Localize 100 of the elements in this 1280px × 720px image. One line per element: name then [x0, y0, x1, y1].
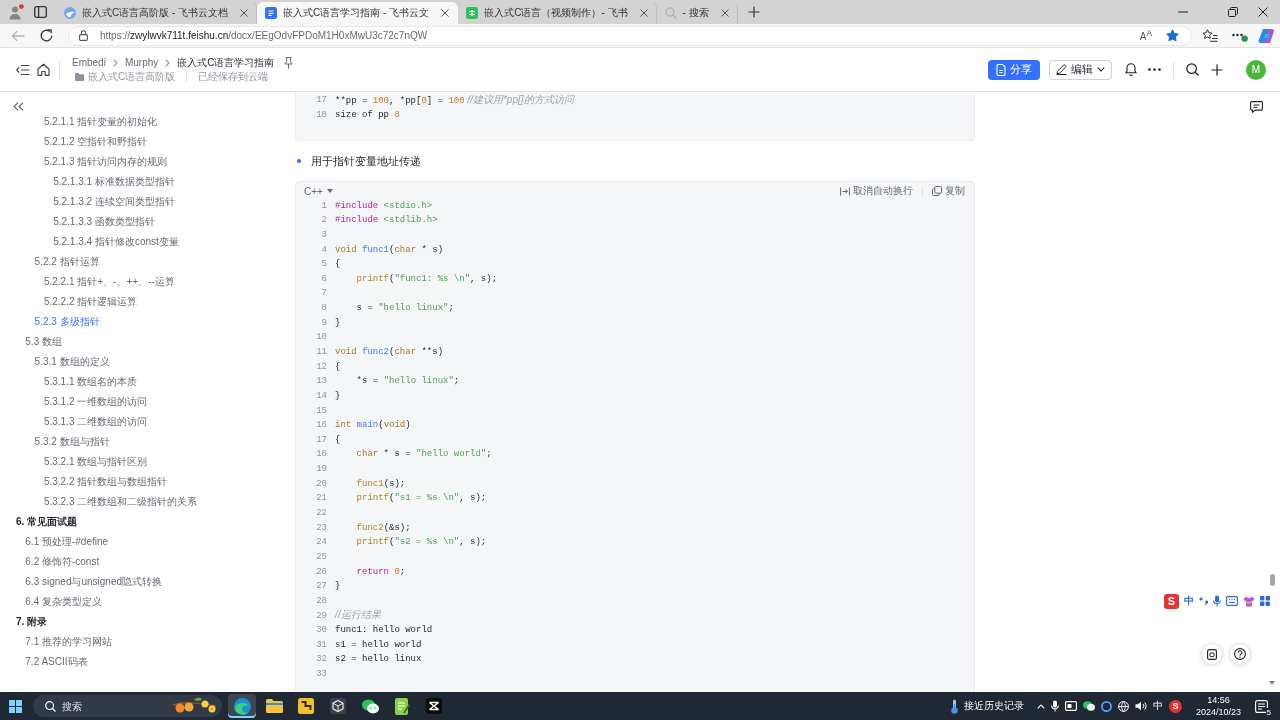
scrollbar-thumb[interactable]: [1270, 574, 1275, 586]
line-number: 29: [315, 610, 327, 621]
search-input[interactable]: 搜索: [62, 699, 166, 713]
copy-button[interactable]: 复制: [932, 184, 965, 199]
wrap-toggle-button[interactable]: 取消自动换行: [840, 184, 913, 199]
ring-icon[interactable]: [1100, 700, 1112, 712]
ime-mode-button[interactable]: 中: [1184, 594, 1194, 608]
punctuation-icon[interactable]: [1199, 596, 1208, 606]
edit-button[interactable]: 编辑: [1049, 59, 1112, 80]
speaker-icon[interactable]: [1134, 701, 1147, 711]
globe-icon[interactable]: [1117, 700, 1129, 712]
browser-tab[interactable]: 嵌入式C语言学习指南 - 飞书云文: [257, 2, 459, 24]
toc-item[interactable]: 5.2.1.3.2 连续空间类型指针: [53, 194, 175, 208]
search-icon[interactable]: [1186, 63, 1199, 76]
breadcrumb-link[interactable]: Murphy: [124, 57, 159, 68]
search-icon: [45, 700, 56, 712]
toc-item[interactable]: 7.1 推荐的学习网站: [25, 634, 112, 648]
clock-time[interactable]: 14:56: [1207, 694, 1230, 706]
toc-item[interactable]: 7. 附录: [16, 614, 48, 628]
bell-icon[interactable]: [1125, 63, 1137, 76]
home-icon[interactable]: [37, 63, 50, 76]
code-line: *s = "hello linux";: [356, 375, 460, 388]
line-number: 4: [320, 244, 327, 255]
url-text: https://zwylwvk711t.feishu.cn/docx/EEgOdvFPDoM1H0xMwU3c72c7nQW: [100, 30, 428, 41]
toc-item[interactable]: 5.3.1.2 一维数组的访问: [43, 394, 148, 408]
toc-item[interactable]: 5.3.1.1 数组名的本质: [43, 374, 138, 388]
star-icon[interactable]: [1166, 29, 1179, 42]
toc-item[interactable]: 5.3.2 数组与指针: [34, 434, 110, 448]
shirt-icon[interactable]: [1243, 595, 1255, 607]
more-icon[interactable]: [1148, 68, 1161, 71]
toc-item[interactable]: 6.1 预处理-#define: [25, 534, 109, 548]
toc-item[interactable]: 5.2.3 多级指针: [34, 314, 100, 328]
ime-mode-indicator[interactable]: 中: [1152, 699, 1163, 713]
toc-item[interactable]: 6.4 复杂类型定义: [25, 594, 102, 608]
reload-icon[interactable]: [40, 29, 53, 42]
toc-item[interactable]: 5.3.2.2 指针数组与数组指针: [43, 474, 168, 488]
breadcrumb-link[interactable]: Embedi: [72, 57, 106, 68]
toc-item[interactable]: 7.2 ASCII码表: [25, 654, 88, 668]
notification-icon[interactable]: [1255, 699, 1268, 713]
close-icon[interactable]: [240, 9, 249, 17]
microphone-icon[interactable]: [1050, 700, 1059, 712]
folder-link[interactable]: 嵌入式C语言高阶版: [88, 70, 176, 84]
code-line: func1(s);: [356, 477, 406, 490]
ime-logo[interactable]: S: [1164, 593, 1179, 609]
restore-icon[interactable]: [1228, 7, 1238, 17]
toc-item[interactable]: 5.2.1.2 空指针和野指针: [43, 134, 148, 148]
toc-item[interactable]: 5.2.1.3.3 函数类型指针: [53, 214, 155, 228]
close-icon[interactable]: [639, 9, 648, 17]
toc-item[interactable]: 5.2.2 指针运算: [34, 254, 100, 268]
ime-logo[interactable]: S: [1168, 699, 1182, 713]
clock-date[interactable]: 2024/10/23: [1195, 706, 1241, 718]
lock-icon[interactable]: [79, 30, 88, 41]
toc-item[interactable]: 6.3 signed与unsigned隐式转换: [25, 574, 163, 588]
help-button[interactable]: [1229, 643, 1251, 665]
code-line: s1 = hello world: [335, 638, 422, 651]
plus-icon[interactable]: [747, 6, 760, 18]
scroll-down-icon[interactable]: [1269, 681, 1275, 685]
window-icon[interactable]: [1064, 701, 1077, 711]
toc-item[interactable]: 5.2.1.3.4 指针修改const变量: [53, 234, 179, 248]
toc-item[interactable]: 5.3.2.1 数组与指针区别: [43, 454, 148, 468]
ribbon-icon[interactable]: [1258, 27, 1276, 44]
line-number: 28: [315, 595, 327, 606]
chat-icon[interactable]: [1082, 701, 1095, 711]
toc-item[interactable]: 5.2.1.3 指针访问内存的规则: [43, 154, 168, 168]
toc-item[interactable]: 5.2.1.3.1 标准数据类型指针: [53, 174, 175, 188]
list-icon[interactable]: [16, 63, 30, 76]
line-number: 8: [320, 303, 327, 314]
caret-up-icon[interactable]: [1036, 703, 1045, 709]
toc-item[interactable]: 5.3.1 数组的定义: [34, 354, 110, 368]
share-button[interactable]: 分享: [988, 59, 1040, 80]
comment-icon[interactable]: [1250, 101, 1263, 113]
taskbar-button[interactable]: [228, 694, 256, 718]
start-icon[interactable]: [9, 699, 22, 713]
toc-item[interactable]: 5.3 数组: [25, 334, 62, 348]
close-icon[interactable]: [720, 9, 729, 17]
toc-item[interactable]: 6. 常见面试题: [16, 514, 78, 528]
weather-text[interactable]: 接近历史记录: [963, 699, 1024, 713]
language-dropdown[interactable]: C++: [304, 185, 333, 197]
toc-item[interactable]: 5.2.1.1 指针变量的初始化: [43, 114, 158, 128]
read-aloud-button[interactable]: A$^{A}$: [1139, 27, 1152, 44]
taskbar-search-bar[interactable]: 搜索: [33, 695, 222, 717]
toc-item[interactable]: 5.2.2.1 指针+、-、++、--运算: [43, 274, 175, 288]
pin-icon[interactable]: [283, 56, 293, 69]
grid-icon[interactable]: [1260, 596, 1270, 606]
panel-icon[interactable]: [34, 6, 47, 18]
code-line: int main(void): [335, 419, 411, 432]
close-icon[interactable]: [441, 9, 450, 17]
profile-icon[interactable]: [8, 4, 24, 20]
frame-button[interactable]: [1201, 643, 1223, 665]
toc-item[interactable]: 5.3.2.3 二维数组和二级指针的关系: [43, 494, 198, 508]
collapse-icon[interactable]: [13, 102, 24, 111]
keyboard-icon[interactable]: [1226, 596, 1238, 606]
close-icon[interactable]: [1258, 7, 1268, 17]
thermometer-icon[interactable]: [950, 698, 958, 714]
toc-item[interactable]: 5.2.2.2 指针逻辑运算: [43, 294, 138, 308]
toc-item[interactable]: 6.2 修饰符-const: [25, 554, 100, 568]
plus-icon[interactable]: [1211, 63, 1223, 76]
favorites-icon[interactable]: [1202, 29, 1218, 42]
toc-item[interactable]: 5.3.1.3 二维数组的访问: [43, 414, 148, 428]
address-field[interactable]: https://zwylwvk711t.feishu.cn/docx/EEgOdvFPDoM1H0xMwU3c72c7nQW A$^{A}$: [68, 25, 1192, 46]
